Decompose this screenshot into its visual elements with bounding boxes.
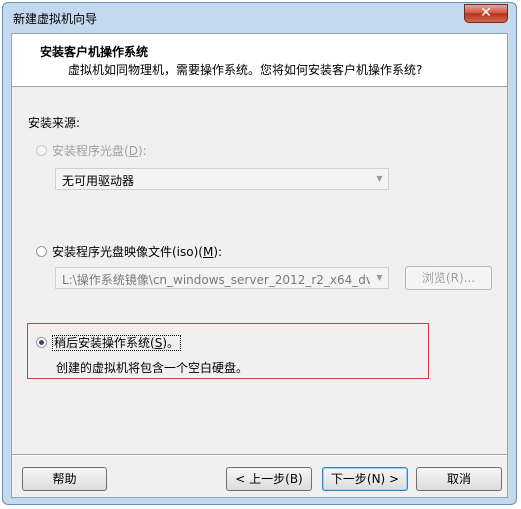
disc-option-label: 安装程序光盘(D): [52, 142, 147, 159]
later-option-suffix: )。 [162, 336, 179, 350]
disc-drive-select[interactable]: 无可用驱动器 ▼ [55, 168, 389, 190]
iso-option-label: 安装程序光盘映像文件(iso)(M): [52, 243, 222, 260]
later-option-focus: 稍后安装操作系统(S)。 [52, 335, 181, 351]
disc-drive-value: 无可用驱动器 [62, 174, 135, 188]
page-title: 安装客户机操作系统 [40, 45, 149, 59]
chevron-down-icon: ▼ [376, 174, 383, 183]
window-title: 新建虚拟机向导 [13, 12, 98, 26]
disc-radio[interactable] [36, 145, 47, 156]
iso-radio[interactable] [36, 246, 47, 257]
install-source-label: 安装来源: [28, 116, 81, 130]
wizard-header: 安装客户机操作系统 虚拟机如同物理机，需要操作系统。您将如何安装客户机操作系统? [12, 34, 507, 87]
iso-option-suffix: ): [213, 245, 223, 259]
disc-option-text: 安装程序光盘( [52, 144, 129, 158]
browse-button[interactable]: 浏览(R)... [405, 266, 492, 290]
later-option-label: 稍后安装操作系统(S)。 [52, 334, 181, 351]
back-button[interactable]: < 上一步(B) [226, 467, 312, 491]
close-icon: ✕ [480, 5, 492, 21]
iso-option-key: M [202, 245, 214, 259]
cancel-button[interactable]: 取消 [416, 467, 502, 491]
later-option-text: 稍后安装操作系统( [54, 336, 155, 350]
iso-path-value: L:\操作系统镜像\cn_windows_server_2012_r2_x64_… [62, 273, 370, 287]
page-subtitle: 虚拟机如同物理机，需要操作系统。您将如何安装客户机操作系统? [68, 63, 423, 77]
wizard-client-area: 安装客户机操作系统 虚拟机如同物理机，需要操作系统。您将如何安装客户机操作系统?… [11, 33, 508, 498]
chevron-down-icon: ▼ [376, 273, 383, 282]
title-bar: 新建虚拟机向导 ✕ [3, 3, 516, 33]
later-option-description: 创建的虚拟机将包含一个空白硬盘。 [56, 361, 249, 375]
later-radio[interactable] [36, 337, 47, 348]
next-button[interactable]: 下一步(N) > [322, 467, 408, 491]
help-button[interactable]: 帮助 [22, 467, 107, 491]
iso-path-select[interactable]: L:\操作系统镜像\cn_windows_server_2012_r2_x64_… [55, 267, 389, 289]
wizard-window: 新建虚拟机向导 ✕ 安装客户机操作系统 虚拟机如同物理机，需要操作系统。您将如何… [2, 2, 517, 505]
disc-option-suffix: ): [137, 144, 147, 158]
close-button[interactable]: ✕ [464, 4, 508, 23]
footer-divider-highlight [12, 455, 507, 456]
iso-option-text: 安装程序光盘映像文件(iso)( [52, 245, 203, 259]
disc-option-key: D [128, 144, 138, 158]
